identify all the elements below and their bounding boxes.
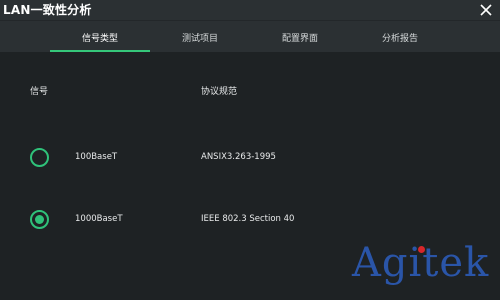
column-header-signal: 信号 <box>30 87 49 97</box>
protocol-spec: IEEE 802.3 Section 40 <box>201 214 295 224</box>
table-row[interactable]: 100BaseT ANSIX3.263-1995 <box>0 146 500 170</box>
agitek-watermark-logo: Agitek <box>352 240 498 296</box>
watermark-dot <box>418 246 425 253</box>
tab-test-items[interactable]: 测试项目 <box>150 21 250 53</box>
table-row[interactable]: 1000BaseT IEEE 802.3 Section 40 <box>0 208 500 232</box>
column-header-protocol: 协议规范 <box>201 87 238 97</box>
signal-radio-1000baset[interactable] <box>30 210 49 229</box>
title-bar: LAN一致性分析 <box>0 0 500 20</box>
lan-compliance-window: LAN一致性分析 信号类型 测试项目 配置界面 分析报告 信号 协议规范 100… <box>0 0 500 300</box>
tab-configuration[interactable]: 配置界面 <box>250 21 350 53</box>
window-title: LAN一致性分析 <box>3 3 92 17</box>
tab-analysis-report[interactable]: 分析报告 <box>350 21 450 53</box>
signal-name: 100BaseT <box>75 152 118 162</box>
close-button[interactable] <box>478 2 494 18</box>
tab-bar: 信号类型 测试项目 配置界面 分析报告 <box>0 20 500 52</box>
protocol-spec: ANSIX3.263-1995 <box>201 152 276 162</box>
close-icon <box>480 4 492 16</box>
tab-signal-type[interactable]: 信号类型 <box>50 21 150 53</box>
signal-radio-100baset[interactable] <box>30 148 49 167</box>
signal-name: 1000BaseT <box>75 214 123 224</box>
